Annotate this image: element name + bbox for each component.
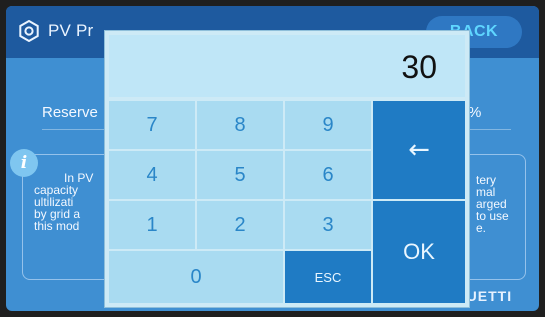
esc-button[interactable]: ESC: [285, 251, 371, 303]
key-9[interactable]: 9: [285, 101, 371, 149]
page-header: PV Pr: [18, 20, 93, 42]
display-value: 30: [401, 49, 437, 85]
key-2[interactable]: 2: [197, 201, 283, 249]
numeric-keypad: 30 7 8 9 4 5 6 1 2 3 0 ESC ← OK: [104, 30, 470, 308]
info-text-right: tery mal arged to use e.: [476, 174, 509, 234]
backspace-key[interactable]: ←: [373, 101, 465, 199]
key-3[interactable]: 3: [285, 201, 371, 249]
backspace-arrow-icon: ←: [408, 135, 430, 165]
settings-gear-icon: [18, 20, 40, 42]
info-line: this mod: [34, 219, 80, 233]
keypad-display: 30: [109, 35, 465, 97]
key-5[interactable]: 5: [197, 151, 283, 199]
key-7[interactable]: 7: [109, 101, 195, 149]
page-title: PV Pr: [48, 21, 94, 40]
device-screen: PV Pr BACK Reserve % i In PV capacity ul…: [6, 6, 539, 311]
key-8[interactable]: 8: [197, 101, 283, 149]
key-1[interactable]: 1: [109, 201, 195, 249]
key-0[interactable]: 0: [109, 251, 283, 303]
info-text-left: In PV capacity ultilizati by grid a this…: [34, 172, 93, 232]
key-6[interactable]: 6: [285, 151, 371, 199]
reserve-label: Reserve: [42, 104, 98, 121]
info-line: e.: [476, 221, 487, 235]
key-4[interactable]: 4: [109, 151, 195, 199]
percent-unit: %: [468, 104, 482, 121]
ok-button[interactable]: OK: [373, 201, 465, 303]
